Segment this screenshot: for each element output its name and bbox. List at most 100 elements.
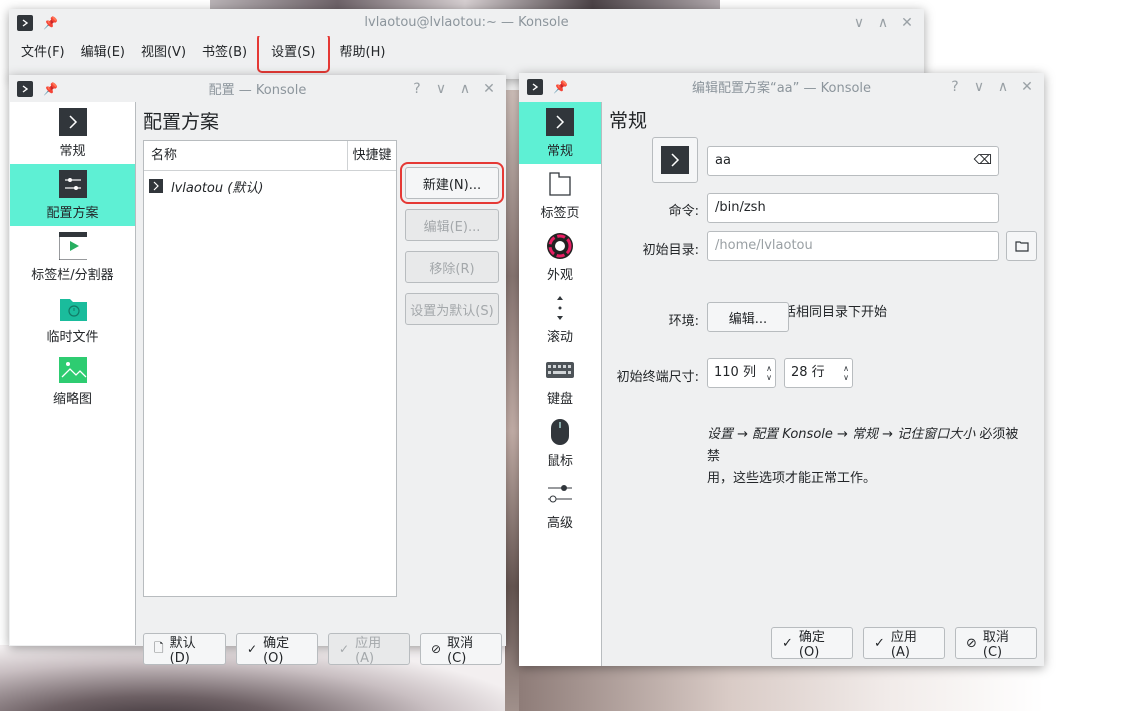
konsole-app-icon[interactable] bbox=[17, 14, 33, 31]
cancel-button[interactable]: ⊘ 取消(C) bbox=[420, 633, 502, 666]
sidebar-item-tabbar[interactable]: 标签栏/分割器 bbox=[10, 226, 135, 288]
minimize-icon[interactable]: ∨ bbox=[434, 81, 448, 97]
command-input[interactable]: /bin/zsh bbox=[707, 193, 999, 223]
advanced-sliders-icon bbox=[546, 480, 574, 508]
check-icon: ✓ bbox=[247, 642, 258, 656]
ok-button[interactable]: ✓ 确定(O) bbox=[771, 627, 853, 660]
konsole-app-icon[interactable] bbox=[527, 78, 543, 95]
spin-up-icon[interactable]: ∧ bbox=[843, 364, 849, 373]
sidebar-item-profiles[interactable]: 配置方案 bbox=[10, 164, 135, 226]
maximize-icon[interactable]: ∧ bbox=[876, 15, 890, 31]
column-header-name[interactable]: 名称 bbox=[144, 141, 348, 170]
menu-settings[interactable]: 设置(S) bbox=[257, 33, 330, 73]
menu-help[interactable]: 帮助(H) bbox=[332, 40, 394, 66]
minimize-icon[interactable]: ∨ bbox=[852, 15, 866, 31]
button-label: 确定(O) bbox=[798, 630, 825, 660]
close-icon[interactable]: ✕ bbox=[900, 15, 914, 31]
check-icon: ✓ bbox=[782, 635, 793, 651]
edit-profile-button[interactable]: 编辑(E)... bbox=[405, 209, 499, 241]
button-label: 确定(O) bbox=[263, 636, 290, 666]
folder-clock-icon bbox=[59, 294, 87, 322]
spin-up-icon[interactable]: ∧ bbox=[766, 364, 772, 373]
keyboard-icon bbox=[546, 356, 574, 384]
ok-button[interactable]: ✓ 确定(O) bbox=[236, 633, 318, 666]
check-icon: ✓ bbox=[874, 635, 885, 651]
clear-text-icon[interactable]: ⌫ bbox=[974, 147, 992, 175]
pin-icon[interactable]: 📌 bbox=[43, 82, 58, 96]
sidebar-item-label: 标签页 bbox=[540, 205, 580, 221]
help-icon[interactable]: ? bbox=[410, 81, 424, 97]
apply-button[interactable]: ✓ 应用(A) bbox=[863, 627, 945, 660]
columns-value: 110 列 bbox=[714, 365, 756, 380]
cancel-button[interactable]: ⊘ 取消(C) bbox=[955, 627, 1037, 660]
profile-icon-button[interactable] bbox=[652, 137, 698, 183]
sidebar-item-advanced[interactable]: 高级 bbox=[519, 474, 601, 536]
set-default-button[interactable]: 设置为默认(S) bbox=[405, 293, 499, 325]
sidebar-item-label: 常规 bbox=[546, 143, 573, 159]
new-profile-button[interactable]: 新建(N)... bbox=[400, 162, 504, 204]
page-title: 常规 bbox=[609, 110, 648, 132]
config-window: 📌 配置 — Konsole ? ∨ ∧ ✕ 常规 配置方案 标签栏/分割器 临… bbox=[9, 75, 506, 666]
menu-view[interactable]: 视图(V) bbox=[133, 40, 194, 66]
remove-profile-button[interactable]: 移除(R) bbox=[405, 251, 499, 283]
sidebar-item-general[interactable]: 常规 bbox=[10, 102, 135, 164]
help-icon[interactable]: ? bbox=[948, 79, 962, 95]
window-size-note: 设置 → 配置 Konsole → 常规 → 记住窗口大小 必须被禁 用，这些选… bbox=[707, 424, 1027, 490]
command-label: 命令: bbox=[668, 204, 699, 219]
columns-spinbox[interactable]: 110 列 ∧ ∨ bbox=[707, 358, 776, 388]
mouse-icon bbox=[546, 418, 574, 446]
maximize-icon[interactable]: ∧ bbox=[458, 81, 472, 97]
sidebar-item-general[interactable]: 常规 bbox=[519, 102, 601, 164]
edit-titlebar[interactable]: 📌 编辑配置方案“aa” — Konsole ? ∨ ∧ ✕ bbox=[519, 73, 1044, 100]
list-item[interactable]: lvlaotou (默认) bbox=[144, 171, 396, 201]
sidebar-item-tempfiles[interactable]: 临时文件 bbox=[10, 288, 135, 350]
konsole-app-icon[interactable] bbox=[17, 80, 33, 97]
minimize-icon[interactable]: ∨ bbox=[972, 79, 986, 95]
sidebar-item-label: 缩略图 bbox=[52, 391, 92, 407]
sidebar-item-keyboard[interactable]: 键盘 bbox=[519, 350, 601, 412]
main-konsole-window: 📌 lvlaotou@lvlaotou:~ — Konsole ∨ ∧ ✕ 文件… bbox=[9, 9, 924, 79]
column-header-shortcut[interactable]: 快捷键 bbox=[348, 141, 396, 170]
profile-name-input[interactable]: aa ⌫ bbox=[707, 146, 999, 176]
note-italic: 设置 → 配置 Konsole → 常规 → 记住窗口大小 bbox=[707, 427, 976, 442]
initial-directory-input[interactable]: /home/lvlaotou bbox=[707, 231, 999, 261]
pin-icon[interactable]: 📌 bbox=[553, 80, 568, 94]
sidebar-item-label: 临时文件 bbox=[46, 329, 99, 345]
sidebar-item-label: 外观 bbox=[546, 267, 573, 283]
spin-down-icon[interactable]: ∨ bbox=[766, 373, 772, 382]
terminal-icon bbox=[149, 179, 163, 193]
sidebar-item-scrolling[interactable]: 滚动 bbox=[519, 288, 601, 350]
wallpaper-fragment bbox=[505, 90, 519, 711]
sidebar-item-label: 常规 bbox=[59, 143, 86, 159]
config-titlebar[interactable]: 📌 配置 — Konsole ? ∨ ∧ ✕ bbox=[9, 75, 506, 102]
menu-edit[interactable]: 编辑(E) bbox=[73, 40, 133, 66]
defaults-button[interactable]: 🗋 默认(D) bbox=[143, 633, 226, 666]
general-panel: 常规 aa ⌫ 命令: /bin/zsh 初始目录: /home/lvlaoto… bbox=[601, 102, 1044, 666]
maximize-icon[interactable]: ∧ bbox=[996, 79, 1010, 95]
initial-directory-label: 初始目录: bbox=[642, 243, 699, 258]
rows-spinbox[interactable]: 28 行 ∧ ∨ bbox=[784, 358, 853, 388]
dialog-buttons: 🗋 默认(D) ✓ 确定(O) ✓ 应用(A) ⊘ 取消(C) bbox=[143, 633, 502, 666]
pin-icon[interactable]: 📌 bbox=[43, 16, 58, 30]
main-titlebar[interactable]: 📌 lvlaotou@lvlaotou:~ — Konsole ∨ ∧ ✕ bbox=[9, 9, 924, 36]
sidebar-item-thumbnails[interactable]: 缩略图 bbox=[10, 350, 135, 412]
main-window-title: lvlaotou@lvlaotou:~ — Konsole bbox=[364, 15, 569, 30]
dialog-buttons: ✓ 确定(O) ✓ 应用(A) ⊘ 取消(C) bbox=[771, 627, 1037, 660]
rows-value: 28 行 bbox=[791, 365, 825, 380]
menu-bookmarks[interactable]: 书签(B) bbox=[194, 40, 255, 66]
check-icon: ✓ bbox=[339, 642, 350, 656]
sidebar-item-label: 键盘 bbox=[546, 391, 573, 407]
close-icon[interactable]: ✕ bbox=[1020, 79, 1034, 95]
sidebar-item-mouse[interactable]: 鼠标 bbox=[519, 412, 601, 474]
close-icon[interactable]: ✕ bbox=[482, 81, 496, 97]
spin-down-icon[interactable]: ∨ bbox=[843, 373, 849, 382]
apply-button[interactable]: ✓ 应用(A) bbox=[328, 633, 410, 666]
sidebar-item-appearance[interactable]: 外观 bbox=[519, 226, 601, 288]
sidebar-item-tabs[interactable]: 标签页 bbox=[519, 164, 601, 226]
edit-environment-button[interactable]: 编辑... bbox=[707, 302, 789, 332]
profile-list[interactable]: 名称 快捷键 lvlaotou (默认) bbox=[143, 140, 397, 597]
menu-file[interactable]: 文件(F) bbox=[13, 40, 73, 66]
browse-folder-button[interactable] bbox=[1006, 231, 1037, 261]
cancel-icon: ⊘ bbox=[431, 642, 442, 656]
button-label: 应用(A) bbox=[890, 630, 917, 660]
